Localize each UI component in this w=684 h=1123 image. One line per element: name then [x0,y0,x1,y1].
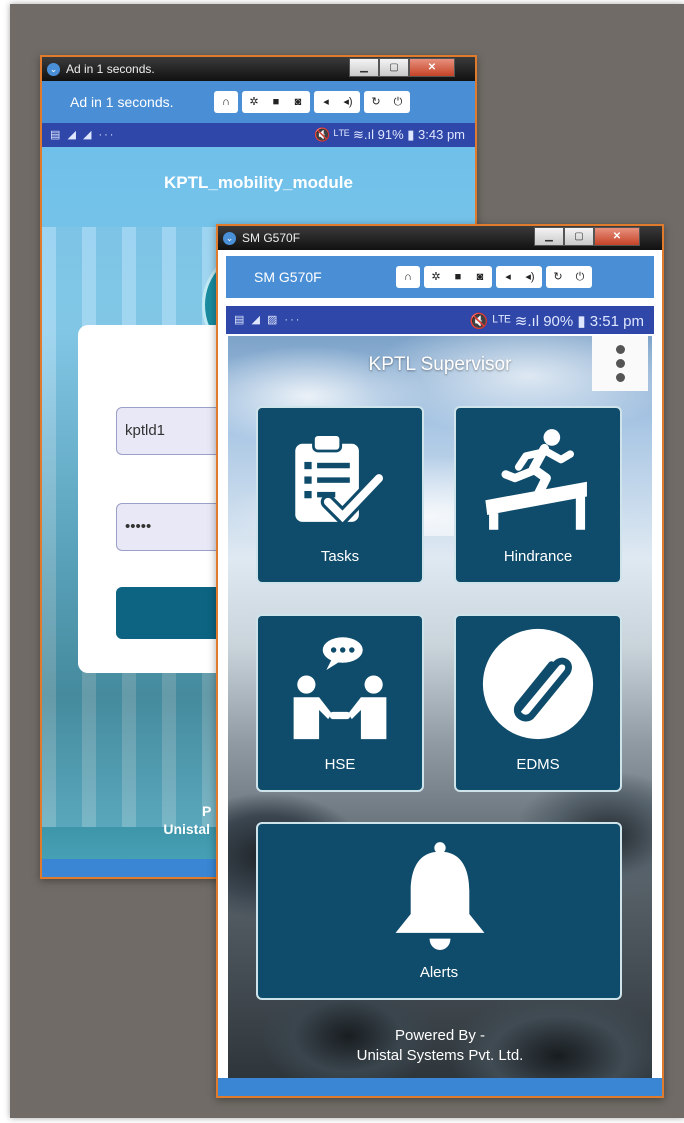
window-title: SM G570F [242,231,301,245]
android-status-bar: ▤ ◢ ▨ ··· 🔇 ᴸᵀᴱ ≋.ıl 90% ▮ 3:51 pm [226,306,654,334]
tile-label: Tasks [320,548,360,565]
headphones-icon[interactable]: ∩ [399,268,417,286]
tile-edms[interactable]: EDMS [454,614,622,792]
headphones-icon[interactable]: ∩ [217,93,235,111]
close-button[interactable]: ✕ [409,58,455,77]
tile-hindrance[interactable]: Hindrance [454,406,622,584]
volume-down-icon[interactable]: ◂ [499,268,517,286]
status-right: 🔇 ᴸᵀᴱ ≋.ıl 90% ▮ 3:51 pm [469,313,644,330]
powered-line1: Powered By - [394,1027,486,1044]
status-left-icons: ▤ ◢ ◢ ··· [50,129,116,141]
people-chat-icon [293,637,387,740]
powered-line2: Unistal Systems Pvt. Ltd. [356,1047,524,1064]
window-title: Ad in 1 seconds. [66,62,155,76]
tile-label: HSE [324,756,356,773]
camera-icon[interactable]: ◙ [471,268,489,286]
runner-hurdle-icon [485,429,587,530]
nav-bar [218,1078,662,1096]
volume-up-icon[interactable]: ◂) [339,93,357,111]
power-icon[interactable]: ⏻ [571,268,589,286]
tile-label: Hindrance [503,548,573,565]
video-icon[interactable]: ■ [449,268,467,286]
supervisor-dashboard: KPTL Supervisor Tasks Hindrance HSE EDMS… [228,336,652,1078]
app-menu-icon[interactable]: ⌄ [47,63,60,76]
overflow-menu-button[interactable] [592,336,648,391]
android-status-bar: ▤ ◢ ◢ ··· 🔇 ᴸᵀᴱ ≋.ıl 91% ▮ 3:43 pm [42,123,475,147]
minimize-button[interactable]: ▁ [349,58,379,77]
video-icon[interactable]: ■ [267,93,285,111]
volume-up-icon[interactable]: ◂) [521,268,539,286]
gear-icon[interactable]: ✲ [427,268,445,286]
emulator-window-front[interactable]: ⌄ SM G570F ▁ ▢ ✕ SM G570F ∩ ✲ ■ ◙ ◂ ◂) ↻… [216,224,664,1098]
maximize-button[interactable]: ▢ [564,227,594,246]
footer-line2: Unistal [163,821,211,837]
app-title: KPTL Supervisor [368,354,512,375]
status-left-icons: ▤ ◢ ▨ ··· [234,314,302,326]
refresh-icon[interactable]: ↻ [549,268,567,286]
status-right: 🔇 ᴸᵀᴱ ≋.ıl 91% ▮ 3:43 pm [314,127,465,142]
power-icon[interactable]: ⏻ [389,93,407,111]
camera-icon[interactable]: ◙ [289,93,307,111]
app-menu-icon[interactable]: ⌄ [223,232,236,245]
emulator-toolbar: SM G570F ∩ ✲ ■ ◙ ◂ ◂) ↻ ⏻ [226,256,654,298]
emulator-toolbar: Ad in 1 seconds. ∩ ✲ ■ ◙ ◂ ◂) ↻ ⏻ [42,81,475,123]
tile-alerts[interactable]: Alerts [256,822,622,1000]
app-title: KPTL_mobility_module [164,173,353,192]
powered-by-footer: Powered By - Unistal Systems Pvt. Ltd. [228,1026,652,1066]
paperclip-icon [482,628,594,740]
title-bar[interactable]: ⌄ SM G570F ▁ ▢ ✕ [218,226,662,250]
footer-line1: P [202,803,212,819]
refresh-icon[interactable]: ↻ [367,93,385,111]
tile-label: Alerts [419,964,459,981]
tile-hse[interactable]: HSE [256,614,424,792]
menu-dot-icon [616,373,625,382]
minimize-button[interactable]: ▁ [534,227,564,246]
clipboard-check-icon [295,433,387,527]
gear-icon[interactable]: ✲ [245,93,263,111]
menu-dot-icon [616,359,625,368]
close-button[interactable]: ✕ [594,227,640,246]
device-name: Ad in 1 seconds. [70,94,174,110]
footer-text: P Unistal [162,802,211,838]
device-name: SM G570F [254,269,322,285]
menu-dot-icon [616,345,625,354]
bell-icon [395,842,485,950]
maximize-button[interactable]: ▢ [379,58,409,77]
title-bar[interactable]: ⌄ Ad in 1 seconds. ▁ ▢ ✕ [42,57,475,81]
volume-down-icon[interactable]: ◂ [317,93,335,111]
tile-tasks[interactable]: Tasks [256,406,424,584]
tile-label: EDMS [516,756,560,773]
